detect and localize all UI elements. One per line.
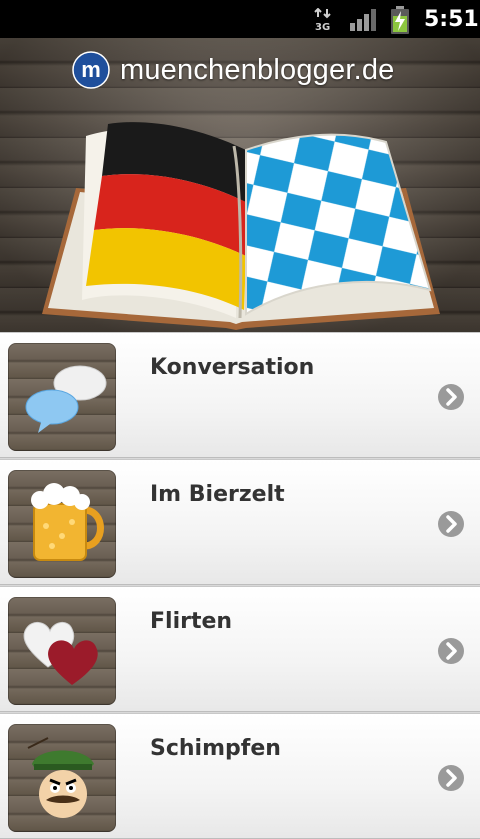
list-item-label: Im Bierzelt — [150, 482, 285, 507]
chevron-right-icon[interactable] — [437, 510, 465, 538]
header-banner: m muenchenblogger.de — [0, 38, 480, 332]
svg-text:m: m — [81, 57, 101, 82]
signal-strength-icon — [350, 9, 376, 31]
topic-thumbnail — [8, 597, 116, 705]
topic-thumbnail — [8, 470, 116, 578]
chevron-right-icon[interactable] — [437, 764, 465, 792]
beer-mug-icon — [31, 483, 104, 561]
brand: m muenchenblogger.de — [72, 50, 394, 90]
list-item-label: Schimpfen — [150, 736, 281, 761]
open-book-flags-image — [42, 122, 440, 330]
brand-logo-icon: m — [72, 51, 110, 89]
hearts-icon — [23, 622, 98, 685]
brand-title: muenchenblogger.de — [120, 53, 395, 86]
clock: 5:51 — [424, 7, 479, 32]
svg-text:3G: 3G — [315, 22, 330, 32]
chevron-right-icon[interactable] — [437, 637, 465, 665]
topic-thumbnail — [8, 724, 116, 832]
list-item-flirten[interactable]: Flirten — [0, 586, 480, 712]
speech-bubbles-icon — [25, 365, 107, 433]
battery-charging-icon — [391, 6, 409, 34]
bavarian-man-icon — [27, 737, 94, 818]
status-bar: 3G 5:51 — [0, 0, 480, 38]
list-item-konversation[interactable]: Konversation — [0, 332, 480, 458]
list-item-label: Konversation — [150, 355, 315, 380]
data-3g-icon: 3G — [314, 8, 331, 32]
chevron-right-icon[interactable] — [437, 383, 465, 411]
list-item-im-bierzelt[interactable]: Im Bierzelt — [0, 459, 480, 585]
topic-list: Konversation Im Bierzelt Flirten Schimpf… — [0, 332, 480, 839]
german-flag-page — [82, 122, 246, 318]
topic-thumbnail — [8, 343, 116, 451]
list-item-schimpfen[interactable]: Schimpfen — [0, 713, 480, 839]
list-item-label: Flirten — [150, 609, 233, 634]
